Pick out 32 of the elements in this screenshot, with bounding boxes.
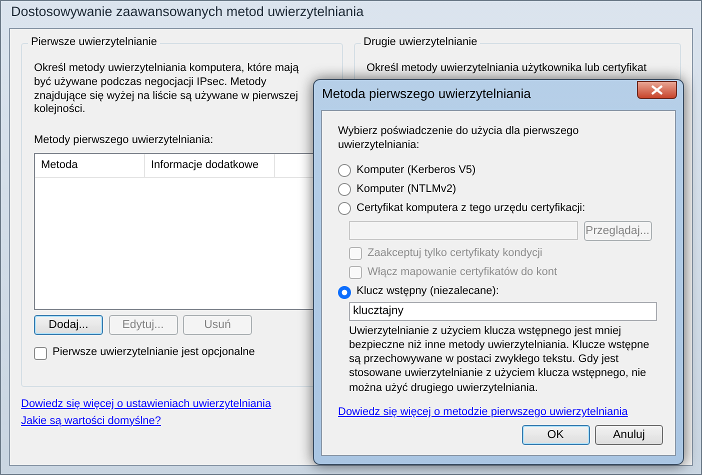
column-header[interactable]: Informacje dodatkowe <box>145 154 275 177</box>
close-icon <box>651 85 663 95</box>
key-field[interactable]: klucztajny <box>349 302 657 321</box>
column-header[interactable]: Metoda <box>35 154 145 177</box>
radio-button[interactable] <box>338 183 351 196</box>
dialog-title: Metoda pierwszego uwierzytelniania <box>322 86 532 102</box>
dialog-button[interactable]: OK <box>522 425 590 446</box>
help-link[interactable]: Dowiedz się więcej o ustawieniach uwierzytelniania <box>21 398 272 412</box>
checkbox-label: Pierwsze uwierzytelnianie jest opcjonalne <box>52 346 255 360</box>
radio-button[interactable] <box>338 202 351 216</box>
radio-label: Komputer (NTLMv2) <box>356 182 456 196</box>
group-title: Drugie uwierzytelnianie <box>360 36 480 50</box>
window-title: Dostosowywanie zaawansowanych metod uwierzytelniania <box>10 3 365 21</box>
description-text: Określ metody uwierzytelniania komputera, które mają być używane podczas negocjacji IPsec. Metody znajdujące się wyżej na liście są używane w pierwszej kolejności. <box>34 62 300 117</box>
checkbox-label: Włącz mapowanie certyfikatów do kont <box>368 266 558 280</box>
help-link[interactable]: Dowiedz się więcej o metodzie pierwszego uwierzytelniania <box>338 406 628 420</box>
radio-button[interactable] <box>338 164 351 177</box>
radio-button[interactable] <box>338 286 351 299</box>
radio-label: Certyfikat komputera z tego urzędu certyfikacji: <box>356 202 586 216</box>
description-text: Określ metody uwierzytelniania użytkownika lub certyfikat <box>366 62 648 76</box>
prompt-text: Wybierz poświadczenie do użycia dla pierwszego uwierzytelniania: <box>338 125 580 152</box>
dialog-button[interactable]: Anuluj <box>595 425 663 446</box>
list-label: Metody pierwszego uwierzytelniania: <box>34 134 214 148</box>
close-button[interactable] <box>637 81 677 99</box>
checkbox-label: Zaakceptuj tylko certyfikaty kondycji <box>368 246 542 260</box>
group-title: Pierwsze uwierzytelnianie <box>28 36 160 50</box>
radio-label: Komputer (Kerberos V5) <box>356 164 476 178</box>
action-button[interactable]: Dodaj... <box>34 315 103 336</box>
note-text: Uwierzytelnianie z użyciem klucza wstępnego jest mniej bezpieczne niż inne metody uwierzytelniania. Klucze wstępne są przechowywane w postaci zwykłego tekstu. Gdy jest stosowane uwierzytelnianie z użyciem klucza wstępnego, nie można użyć drugiego uwierzytelniania. <box>349 324 650 395</box>
checkbox[interactable] <box>34 346 47 360</box>
radio-label: Klucz wstępny (niezalecane): <box>356 285 499 299</box>
help-link[interactable]: Jakie są wartości domyślne? <box>21 414 162 428</box>
